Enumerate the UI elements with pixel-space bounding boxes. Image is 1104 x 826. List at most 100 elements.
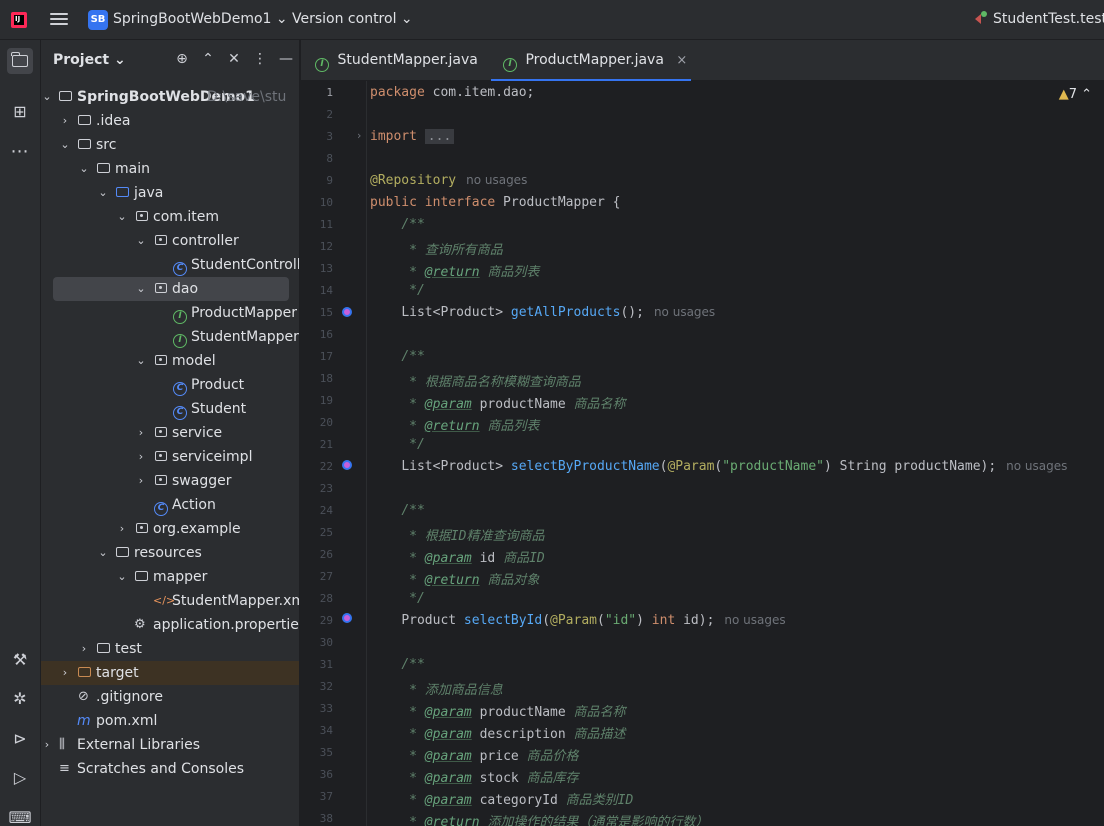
chevron-down-icon[interactable]: ⌄ [135, 349, 147, 373]
locate-target-icon[interactable]: ⊕ [169, 51, 195, 67]
package-icon [136, 517, 148, 541]
tree-item-student-controller[interactable]: C StudentController [41, 253, 299, 277]
tree-item-mapper[interactable]: ⌄ mapper [41, 565, 299, 589]
tree-item-org-example[interactable]: › org.example [41, 517, 299, 541]
tree-item-main[interactable]: ⌄ main [41, 157, 299, 181]
tree-item-student[interactable]: C Student [41, 397, 299, 421]
tree-item-target[interactable]: › target [41, 661, 299, 685]
code-line: public interface ProductMapper { [370, 195, 621, 210]
tree-item-controller[interactable]: ⌄ controller [41, 229, 299, 253]
tree-item-com-item[interactable]: ⌄ com.item [41, 205, 299, 229]
mybatis-gutter-icon[interactable] [342, 307, 352, 317]
expand-all-icon[interactable]: ⌃ [195, 51, 221, 67]
line-number: 14 [319, 284, 333, 297]
package-icon [155, 469, 167, 493]
tree-item-idea[interactable]: › .idea [41, 109, 299, 133]
code-line: */ [409, 437, 425, 452]
services-icon[interactable]: ⊳ [7, 725, 33, 751]
code-line: * 根据商品名称模糊查询商品 [401, 375, 581, 390]
chevron-down-icon[interactable]: ⌄ [116, 205, 128, 229]
chevron-down-icon[interactable]: ⌄ [41, 85, 53, 109]
scratches-icon: ≡ [59, 761, 70, 776]
line-number: 25 [319, 526, 333, 539]
fold-toggle-icon[interactable]: › [357, 129, 361, 142]
tree-item-student-mapper[interactable]: I StudentMapper [41, 325, 299, 349]
code-editor[interactable]: ▲7 ⌃ 1 2 3 8 9 10 11 12 13 14 15 16 17 1… [301, 81, 1104, 826]
tree-item-swagger[interactable]: › swagger [41, 469, 299, 493]
project-badge[interactable]: SB [88, 10, 108, 30]
hide-panel-icon[interactable]: — [273, 51, 299, 67]
debug-bug-icon[interactable]: ✲ [7, 685, 33, 711]
main-menu-icon[interactable] [50, 10, 68, 30]
chevron-down-icon[interactable]: ⌄ [78, 157, 90, 181]
tree-item-java[interactable]: ⌄ java [41, 181, 299, 205]
tree-item-test[interactable]: › test [41, 637, 299, 661]
structure-icon[interactable]: ⊞ [7, 98, 33, 124]
close-tab-icon[interactable]: × [676, 53, 687, 68]
tab-product-mapper[interactable]: I ProductMapper.java × [491, 40, 692, 82]
resources-folder-icon [116, 541, 129, 565]
tree-item-student-mapper-xml[interactable]: </> StudentMapper.xml [41, 589, 299, 613]
chevron-down-icon[interactable]: ⌄ [59, 133, 71, 157]
tree-item-model[interactable]: ⌄ model [41, 349, 299, 373]
project-panel-title[interactable]: Project ⌄ [53, 52, 126, 68]
app-logo-icon[interactable]: IJ [11, 12, 27, 28]
ignored-file-icon: ⊘ [78, 689, 89, 704]
build-hammer-icon[interactable]: ⚒ [7, 646, 33, 672]
tree-item-action[interactable]: C Action [41, 493, 299, 517]
tree-item-product-mapper[interactable]: I ProductMapper [41, 301, 299, 325]
tree-item-product[interactable]: C Product [41, 373, 299, 397]
mybatis-gutter-icon[interactable] [342, 460, 352, 470]
run-config-label: StudentTest.testT [993, 11, 1104, 27]
line-number: 34 [319, 724, 333, 737]
chevron-right-icon[interactable]: › [41, 733, 53, 757]
mybatis-gutter-icon[interactable] [342, 613, 352, 623]
tree-item-root[interactable]: ⌄ SpringBootWebDemo1 D:\save\stu [41, 85, 299, 109]
chevron-down-icon[interactable]: ⌄ [97, 181, 109, 205]
line-number: 9 [326, 174, 333, 187]
line-number: 33 [319, 702, 333, 715]
chevron-right-icon[interactable]: › [135, 421, 147, 445]
tab-student-mapper[interactable]: I StudentMapper.java [315, 40, 478, 81]
code-line: import ... [370, 129, 455, 144]
tree-item-external-libraries[interactable]: › ⫼ External Libraries [41, 733, 299, 757]
tree-item-scratches[interactable]: ≡ Scratches and Consoles [41, 757, 299, 781]
code-line: */ [409, 283, 425, 298]
chevron-right-icon[interactable]: › [135, 469, 147, 493]
tree-item-resources[interactable]: ⌄ resources [41, 541, 299, 565]
chevron-down-icon[interactable]: ⌄ [116, 565, 128, 589]
folded-imports[interactable]: ... [424, 129, 455, 144]
tree-item-pom[interactable]: m pom.xml [41, 709, 299, 733]
chevron-right-icon[interactable]: › [116, 517, 128, 541]
chevron-right-icon[interactable]: › [135, 445, 147, 469]
tree-item-src[interactable]: ⌄ src [41, 133, 299, 157]
project-tool-folder-icon[interactable] [7, 48, 33, 74]
warnings-indicator[interactable]: ▲7 ⌃ [1059, 87, 1092, 102]
options-kebab-icon[interactable]: ⋮ [247, 51, 273, 67]
code-line: * @param stock 商品库存 [370, 771, 579, 786]
line-number: 31 [319, 658, 333, 671]
tree-item-dao[interactable]: ⌄ dao [53, 277, 289, 301]
line-number: 16 [319, 328, 333, 341]
tree-item-serviceimpl[interactable]: › serviceimpl [41, 445, 299, 469]
tree-item-service[interactable]: › service [41, 421, 299, 445]
module-folder-icon [59, 85, 72, 109]
collapse-all-icon[interactable]: ✕ [221, 51, 247, 67]
chevron-right-icon[interactable]: › [59, 661, 71, 685]
more-tools-icon[interactable]: ⋯ [7, 138, 33, 164]
code-line: /** [401, 657, 425, 672]
run-configuration-selector[interactable]: StudentTest.testT [975, 11, 1104, 27]
tree-item-gitignore[interactable]: ⊘ .gitignore [41, 685, 299, 709]
chevron-down-icon[interactable]: ⌄ [97, 541, 109, 565]
line-number: 8 [326, 152, 333, 165]
chevron-down-icon[interactable]: ⌄ [135, 277, 147, 301]
terminal-icon[interactable]: ⌨ [7, 804, 33, 826]
project-selector[interactable]: SpringBootWebDemo1 ⌄ [113, 11, 288, 27]
chevron-right-icon[interactable]: › [59, 109, 71, 133]
tree-item-application-properties[interactable]: ⚙ application.properties [41, 613, 299, 637]
code-line: * 查询所有商品 [401, 243, 503, 258]
chevron-down-icon[interactable]: ⌄ [135, 229, 147, 253]
run-play-icon[interactable]: ▷ [7, 764, 33, 790]
version-control-menu[interactable]: Version control ⌄ [292, 11, 413, 27]
chevron-right-icon[interactable]: › [78, 637, 90, 661]
